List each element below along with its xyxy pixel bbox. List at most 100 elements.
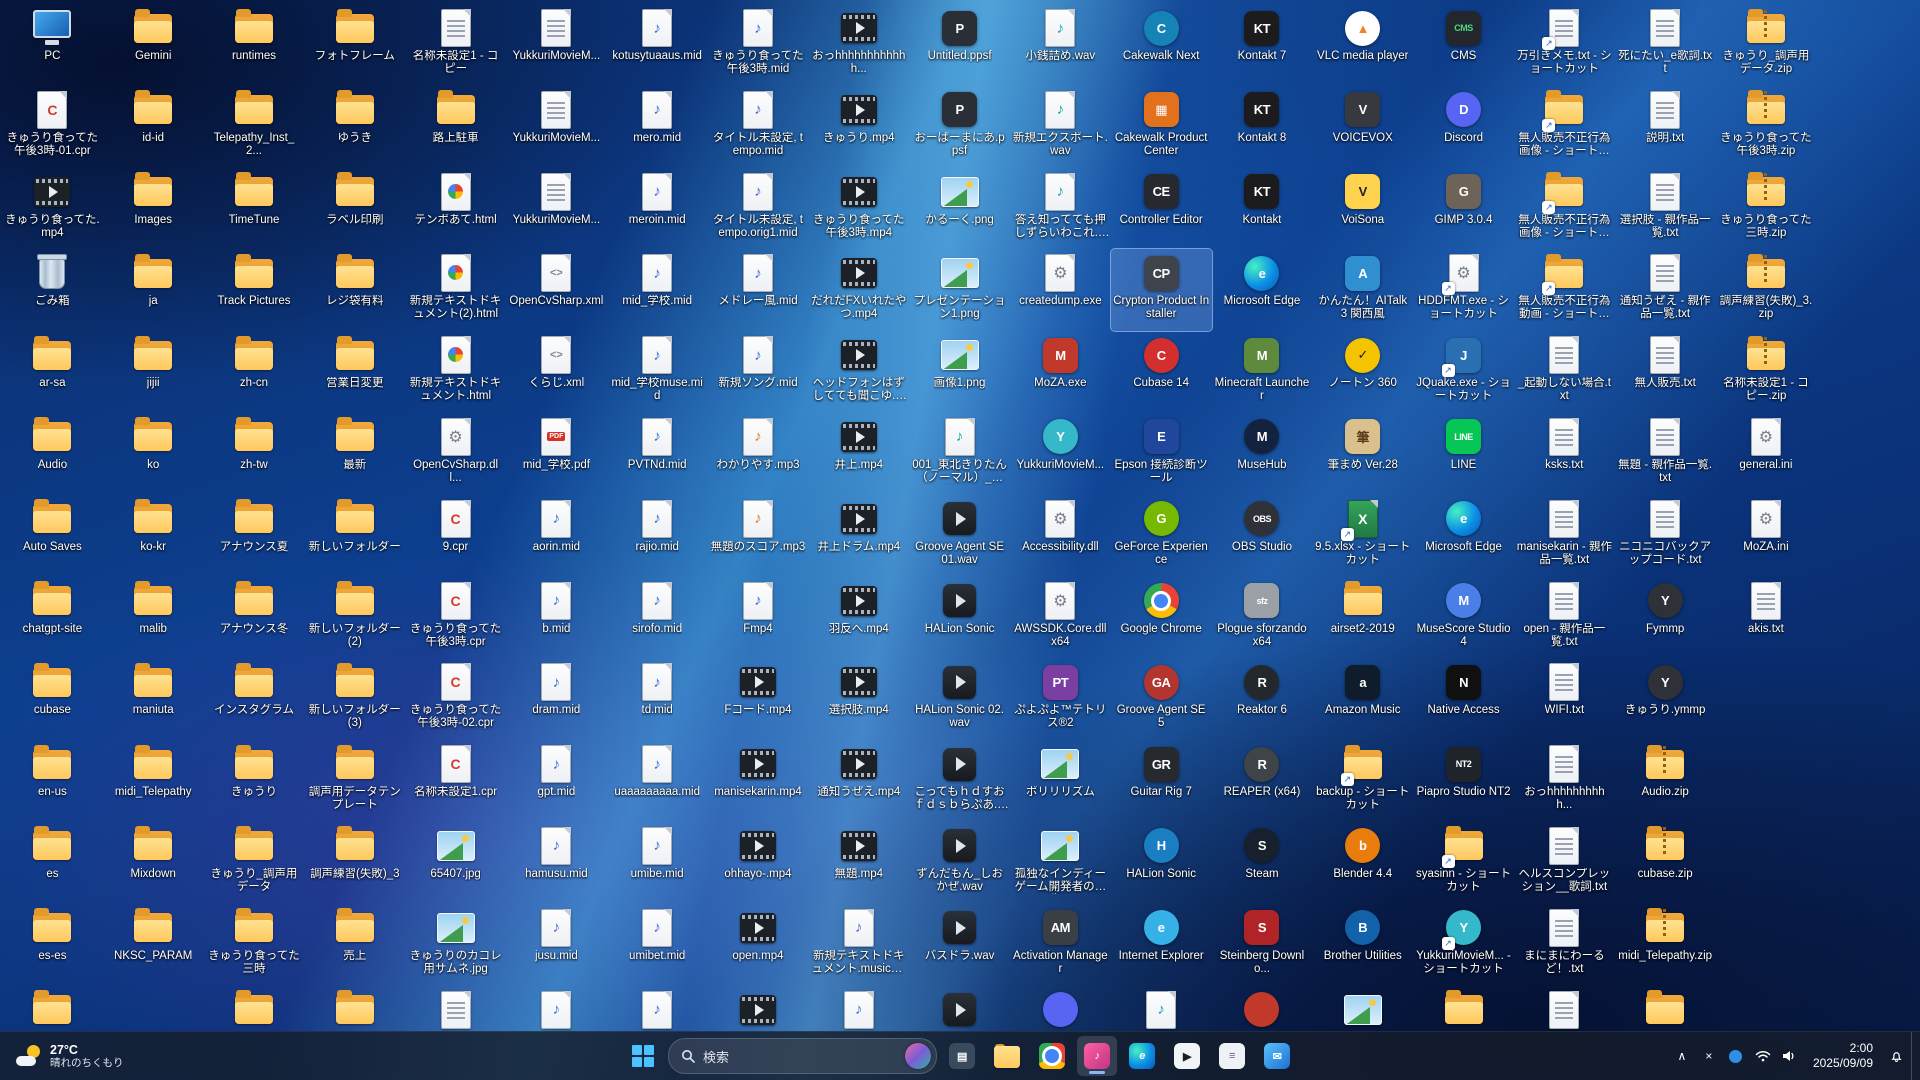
desktop-icon[interactable]: C 名称未設定1.cpr xyxy=(405,740,506,822)
desktop-icon[interactable]: バスドラ.wav xyxy=(909,904,1010,986)
desktop-icon[interactable]: ko xyxy=(103,413,204,495)
desktop-icon[interactable]: 選択肢.mp4 xyxy=(808,658,909,740)
desktop-icon[interactable]: KT Kontakt 7 xyxy=(1212,4,1313,86)
desktop-icon[interactable]: id-id xyxy=(103,86,204,168)
desktop-icon[interactable] xyxy=(909,986,1010,1032)
desktop-icon[interactable]: WIFI.txt xyxy=(1514,658,1615,740)
desktop-icon[interactable]: 調声用データテンプレート xyxy=(304,740,405,822)
desktop-icon[interactable]: きゅうり食ってた.mp4 xyxy=(2,168,103,250)
desktop-icon[interactable]: インスタグラム xyxy=(204,658,305,740)
taskbar-app-google-chrome[interactable] xyxy=(1032,1036,1072,1076)
desktop-icon[interactable]: zh-tw xyxy=(204,413,305,495)
desktop-icon[interactable]: ポリリリズム xyxy=(1010,740,1111,822)
desktop-icon[interactable]: フォトフレーム xyxy=(304,4,405,86)
desktop-icon[interactable]: ⚙ AWSSDK.Core.dll x64 xyxy=(1010,577,1111,659)
desktop-icon[interactable]: ♪ umibet.mid xyxy=(607,904,708,986)
desktop-icon[interactable]: アナウンス冬 xyxy=(204,577,305,659)
desktop-icon[interactable]: 調声練習(失敗)_3 xyxy=(304,822,405,904)
desktop-icon[interactable]: Fコード.mp4 xyxy=(708,658,809,740)
desktop-icon[interactable]: Y きゅうり.ymmp xyxy=(1615,658,1716,740)
desktop-icon[interactable]: b Blender 4.4 xyxy=(1312,822,1413,904)
desktop-icon[interactable]: ↗無人販売不正行為動画 - ショートカット xyxy=(1514,249,1615,331)
desktop-icon[interactable]: ksks.txt xyxy=(1514,413,1615,495)
desktop-icon[interactable]: ♪ kotusytuaaus.mid xyxy=(607,4,708,86)
desktop-icon[interactable]: ♪ xyxy=(1111,986,1212,1032)
desktop-icon[interactable]: き​ゅうり食ってた三時.zip xyxy=(1716,168,1817,250)
desktop-icon[interactable]: ♪新規テキストドキュメント.musicxml xyxy=(808,904,909,986)
notification-bell-icon[interactable] xyxy=(1884,1040,1908,1072)
start-button[interactable] xyxy=(623,1036,663,1076)
desktop-icon[interactable]: ♪ タイトル未設定, tempo.orig1.mid xyxy=(708,168,809,250)
desktop-icon[interactable]: S Steam xyxy=(1212,822,1313,904)
desktop-icon[interactable]: E Epson 接続診断ツール xyxy=(1111,413,1212,495)
desktop-icon[interactable]: H HALion Sonic xyxy=(1111,822,1212,904)
desktop-icon[interactable]: ♪ タイトル未設定, tempo.mid xyxy=(708,86,809,168)
desktop-icon[interactable]: ↗ syasinn - ショートカット xyxy=(1413,822,1514,904)
desktop-icon[interactable]: ヘッドフォンはずしてても聞こゆ.mp4 xyxy=(808,331,909,413)
desktop-icon[interactable]: ko-kr xyxy=(103,495,204,577)
desktop-icon[interactable]: LINE LINE xyxy=(1413,413,1514,495)
desktop-icon[interactable]: C きゅうり食ってた午後3時-02.cpr xyxy=(405,658,506,740)
desktop-icon[interactable]: 井上.mp4 xyxy=(808,413,909,495)
desktop-icon[interactable]: J ↗ JQuake.exe - ショートカット xyxy=(1413,331,1514,413)
desktop-icon[interactable]: NKSC_PARAM xyxy=(103,904,204,986)
desktop-icon[interactable]: ♪ PVTNd.mid xyxy=(607,413,708,495)
desktop-icon[interactable]: Y Fymmp xyxy=(1615,577,1716,659)
show-desktop-button[interactable] xyxy=(1911,1032,1916,1080)
desktop-icon[interactable]: Y YukkuriMovieM... xyxy=(1010,413,1111,495)
desktop-icon[interactable]: ⚙ ↗ HDDFMT.exe - ショートカット xyxy=(1413,249,1514,331)
desktop-icon[interactable]: e Microsoft Edge xyxy=(1212,249,1313,331)
desktop-icon[interactable]: ♪ わかりやす.mp3 xyxy=(708,413,809,495)
desktop-icon[interactable]: C 9.cpr xyxy=(405,495,506,577)
desktop-icon[interactable]: 通知うぜえ.mp4 xyxy=(808,740,909,822)
desktop-icon[interactable]: open - 親作品一覧.txt xyxy=(1514,577,1615,659)
desktop-icon[interactable]: P Untitled.ppsf xyxy=(909,4,1010,86)
desktop-icon[interactable]: manisekarin.mp4 xyxy=(708,740,809,822)
tray-chevron-up-icon[interactable]: ∧ xyxy=(1670,1040,1694,1072)
desktop-icon[interactable]: ニコニコバックアップコード.txt xyxy=(1615,495,1716,577)
desktop-icon[interactable]: AM Activation Manager xyxy=(1010,904,1111,986)
desktop-icon[interactable] xyxy=(1615,986,1716,1032)
desktop-icon[interactable]: ⚙ general.ini xyxy=(1716,413,1817,495)
wifi-icon[interactable] xyxy=(1751,1040,1775,1072)
desktop-icon[interactable]: ♪ mid_学校.mid xyxy=(607,249,708,331)
desktop-icon[interactable]: G GIMP 3.0.4 xyxy=(1413,168,1514,250)
desktop-icon[interactable]: 新しいフォルダー (2) xyxy=(304,577,405,659)
search-box[interactable]: 検索 xyxy=(668,1038,937,1074)
desktop-icon[interactable]: 無題.mp4 xyxy=(808,822,909,904)
desktop-icon[interactable]: C きゅうり食ってた午後3時-01.cpr xyxy=(2,86,103,168)
desktop-icon[interactable]: ♪ xyxy=(506,986,607,1032)
weather-widget[interactable]: 27°C 晴れのちくもり xyxy=(6,1036,134,1076)
desktop-icon[interactable]: テンポあて.html xyxy=(405,168,506,250)
desktop-icon[interactable]: きゅうり_調声用データ xyxy=(204,822,305,904)
desktop-icon[interactable]: manisekarin - 親作品一覧.txt xyxy=(1514,495,1615,577)
desktop-icon[interactable] xyxy=(1514,986,1615,1032)
desktop-icon[interactable]: ⚙ MoZA.ini xyxy=(1716,495,1817,577)
taskbar-app-media-player[interactable]: ▶ xyxy=(1167,1036,1207,1076)
desktop-icon[interactable]: 選択肢 - 親作品一覧.txt xyxy=(1615,168,1716,250)
desktop-icon[interactable]: 無題 - 親作品一覧.txt xyxy=(1615,413,1716,495)
desktop-icon[interactable]: es xyxy=(2,822,103,904)
desktop-icon[interactable]: きゅうりのカコレ用サムネ.jpg xyxy=(405,904,506,986)
desktop-icon[interactable]: ♪ b.mid xyxy=(506,577,607,659)
desktop-icon[interactable]: ラベル印刷 xyxy=(304,168,405,250)
desktop-icon[interactable]: YukkuriMovieM... xyxy=(506,4,607,86)
desktop-icon[interactable]: 路上駐車 xyxy=(405,86,506,168)
desktop-icon[interactable]: 筆筆まめ Ver.28 xyxy=(1312,413,1413,495)
desktop-icon[interactable]: ✓ ノートン 360 xyxy=(1312,331,1413,413)
desktop-icon[interactable]: sfz Plogue sforzando x64 xyxy=(1212,577,1313,659)
desktop-icon[interactable]: ゆうき xyxy=(304,86,405,168)
desktop-icon[interactable]: P おーばーまにあ.ppsf xyxy=(909,86,1010,168)
desktop-icon[interactable]: Google Chrome xyxy=(1111,577,1212,659)
desktop-icon[interactable]: ♪ aorin.mid xyxy=(506,495,607,577)
taskbar-app-notepad[interactable]: ≡ xyxy=(1212,1036,1252,1076)
desktop-icon[interactable]: ♪ sirofo.mid xyxy=(607,577,708,659)
desktop-icon[interactable]: PT ぷよぷよ™テトリス®2 xyxy=(1010,658,1111,740)
desktop-icon[interactable]: ヘルスコンプレッション__歌詞.txt xyxy=(1514,822,1615,904)
desktop-icon[interactable]: TimeTune xyxy=(204,168,305,250)
desktop-icon[interactable]: ごみ箱 xyxy=(2,249,103,331)
desktop-icon[interactable]: ▲ VLC media player xyxy=(1312,4,1413,86)
desktop-icon[interactable]: Groove Agent SE 01.wav xyxy=(909,495,1010,577)
search-highlight-image[interactable] xyxy=(905,1043,931,1069)
desktop-icon[interactable]: ♪001_東北きりたん（ノーマル）_今じゃ... xyxy=(909,413,1010,495)
